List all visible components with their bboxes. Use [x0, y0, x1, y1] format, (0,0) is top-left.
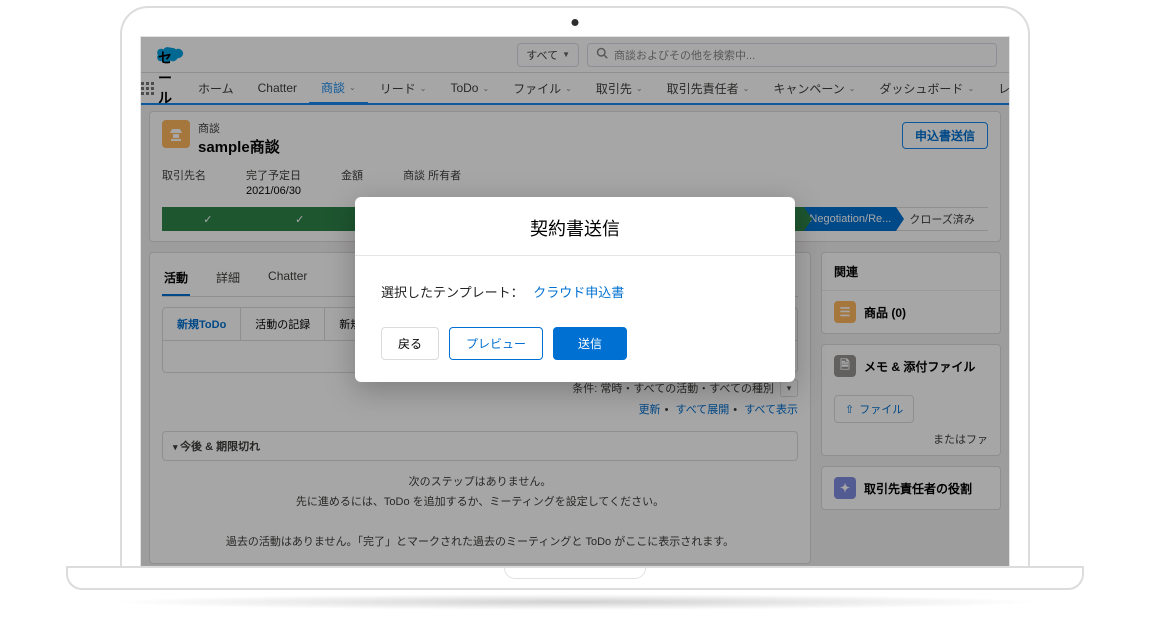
camera-dot: [572, 19, 579, 26]
laptop-mockup: すべて ▼ 商談およびその他を検索中... セールス ホームChatter商談⌄…: [66, 6, 1084, 610]
preview-button[interactable]: プレビュー: [449, 327, 543, 360]
laptop-shadow: [105, 594, 1045, 610]
app-screen: すべて ▼ 商談およびその他を検索中... セールス ホームChatter商談⌄…: [140, 36, 1010, 566]
send-button[interactable]: 送信: [553, 327, 627, 360]
template-name: クラウド申込書: [533, 285, 624, 300]
template-label: 選択したテンプレート：: [381, 285, 524, 300]
modal-title: 契約書送信: [355, 197, 795, 256]
back-button[interactable]: 戻る: [381, 327, 439, 360]
laptop-base: [66, 566, 1084, 590]
send-contract-modal: 契約書送信 選択したテンプレート： クラウド申込書 戻る プレビュー 送信: [355, 197, 795, 382]
